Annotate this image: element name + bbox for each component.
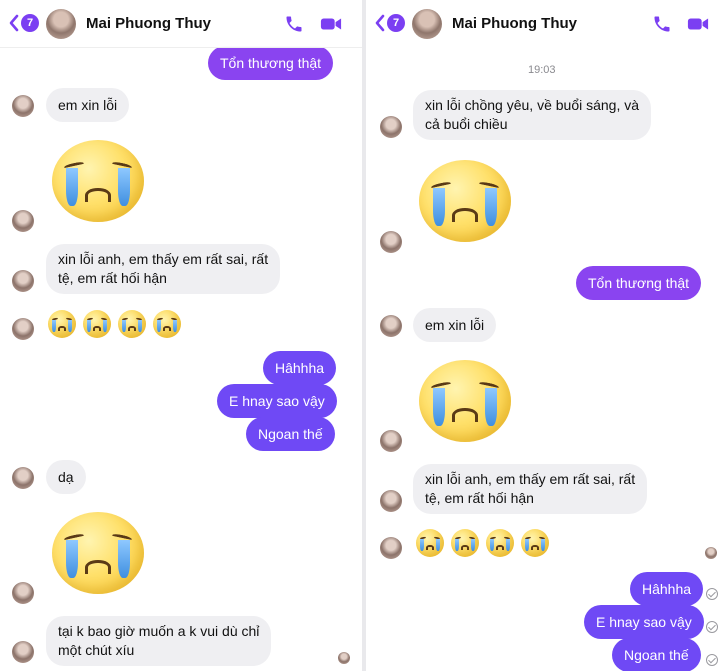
message-line: tệ, em rất hối hận: [58, 270, 167, 286]
message-line: xin lỗi anh, em thấy em rất sai, rất: [425, 471, 636, 487]
phone-icon[interactable]: [652, 14, 672, 34]
incoming-message[interactable]: xin lỗi anh, em thấy em rất sai, rất tệ,…: [46, 244, 281, 294]
incoming-message[interactable]: tại k bao giờ muốn a k vui dù chỉ một ch…: [46, 616, 272, 666]
back-button[interactable]: 7: [8, 14, 39, 32]
sender-avatar[interactable]: [12, 467, 34, 489]
crying-face-emoji[interactable]: [48, 310, 76, 338]
message-line: một chút xíu: [58, 642, 135, 658]
chat-header: 7 Mai Phuong Thuy: [0, 0, 362, 48]
crying-face-emoji[interactable]: [521, 529, 549, 557]
chat-header: 7 Mai Phuong Thuy: [366, 0, 721, 48]
message-timestamp: 19:03: [528, 64, 556, 76]
message-line: cả buổi chiều: [425, 116, 508, 132]
outgoing-message[interactable]: Tổn thương thật: [208, 46, 334, 80]
sender-avatar[interactable]: [380, 537, 402, 559]
sender-avatar[interactable]: [12, 318, 34, 340]
sender-avatar[interactable]: [12, 95, 34, 117]
incoming-message[interactable]: xin lỗi chồng yêu, về buổi sáng, và cả b…: [413, 90, 652, 140]
outgoing-message[interactable]: E hnay sao vậy: [217, 384, 337, 418]
crying-face-sticker[interactable]: [419, 160, 511, 242]
contact-name[interactable]: Mai Phuong Thuy: [86, 15, 211, 32]
incoming-message[interactable]: dạ: [46, 460, 86, 494]
phone-icon[interactable]: [284, 14, 304, 34]
contact-avatar[interactable]: [46, 9, 76, 39]
sender-avatar[interactable]: [380, 315, 402, 337]
sender-avatar[interactable]: [380, 231, 402, 253]
sender-avatar[interactable]: [12, 582, 34, 604]
crying-face-emoji[interactable]: [416, 529, 444, 557]
crying-face-emoji[interactable]: [153, 310, 181, 338]
back-button[interactable]: 7: [374, 14, 405, 32]
sender-avatar[interactable]: [380, 490, 402, 512]
incoming-message[interactable]: em xin lỗi: [46, 88, 130, 122]
unread-count-badge: 7: [387, 14, 405, 32]
message-line: tệ, em rất hối hận: [425, 490, 534, 506]
sender-avatar[interactable]: [380, 430, 402, 452]
outgoing-message[interactable]: Ngoan thế: [246, 417, 335, 451]
message-line: xin lỗi chồng yêu, về buổi sáng, và: [425, 97, 640, 113]
crying-face-sticker[interactable]: [52, 140, 144, 222]
chat-panel-right: 7 Mai Phuong Thuy 19:03 xin lỗi chồng yê…: [366, 0, 721, 671]
crying-face-emoji[interactable]: [486, 529, 514, 557]
outgoing-message[interactable]: E hnay sao vậy: [584, 605, 704, 639]
sender-avatar[interactable]: [12, 641, 34, 663]
chevron-left-icon: [375, 14, 385, 32]
sender-avatar[interactable]: [12, 210, 34, 232]
contact-avatar[interactable]: [412, 9, 442, 39]
chat-panel-left: 7 Mai Phuong Thuy Tổn thương thật em xin…: [0, 0, 362, 671]
video-camera-icon[interactable]: [320, 16, 342, 32]
sender-avatar[interactable]: [12, 270, 34, 292]
outgoing-message[interactable]: Hâhhha: [263, 351, 337, 385]
delivered-check-icon: [706, 654, 718, 666]
crying-face-sticker[interactable]: [419, 360, 511, 442]
sender-avatar[interactable]: [380, 116, 402, 138]
seen-receipt-avatar: [705, 547, 717, 559]
crying-face-emoji[interactable]: [83, 310, 111, 338]
incoming-message[interactable]: xin lỗi anh, em thấy em rất sai, rất tệ,…: [413, 464, 648, 514]
seen-receipt-avatar: [338, 652, 350, 664]
chevron-left-icon: [9, 14, 19, 32]
outgoing-message[interactable]: Ngoan thế: [612, 638, 701, 671]
crying-face-emoji[interactable]: [118, 310, 146, 338]
delivered-check-icon: [706, 621, 718, 633]
delivered-check-icon: [706, 588, 718, 600]
incoming-message[interactable]: em xin lỗi: [413, 308, 497, 342]
crying-face-emoji[interactable]: [451, 529, 479, 557]
message-line: xin lỗi anh, em thấy em rất sai, rất: [58, 251, 269, 267]
outgoing-message[interactable]: Hâhhha: [630, 572, 704, 606]
unread-count-badge: 7: [21, 14, 39, 32]
contact-name[interactable]: Mai Phuong Thuy: [452, 15, 577, 32]
crying-face-sticker[interactable]: [52, 512, 144, 594]
video-camera-icon[interactable]: [687, 16, 709, 32]
message-line: tại k bao giờ muốn a k vui dù chỉ: [58, 623, 260, 639]
outgoing-message[interactable]: Tổn thương thật: [576, 266, 702, 300]
